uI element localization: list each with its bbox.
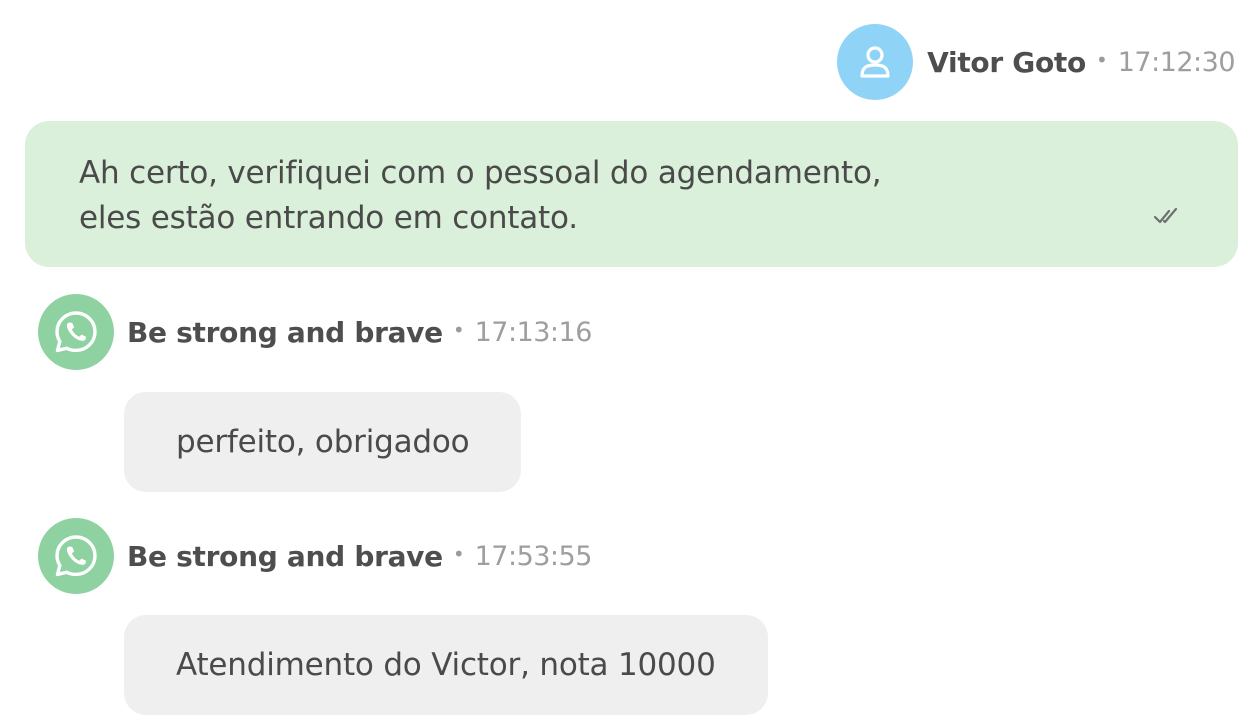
agent-avatar[interactable] xyxy=(837,24,914,100)
message-timestamp: 17:53:55 xyxy=(474,540,593,572)
sender-name: Be strong and brave xyxy=(127,539,443,573)
sender-name: Be strong and brave xyxy=(127,315,443,349)
separator-dot: • xyxy=(452,318,465,342)
message-header-incoming: Be strong and brave • 17:53:55 xyxy=(38,518,592,594)
contact-avatar[interactable] xyxy=(38,294,114,370)
whatsapp-icon xyxy=(55,311,97,353)
whatsapp-icon xyxy=(55,535,97,577)
double-check-icon xyxy=(1153,207,1178,224)
user-icon xyxy=(860,46,890,78)
message-header-outgoing: Vitor Goto • 17:12:30 xyxy=(837,24,1236,100)
message-bubble-incoming[interactable]: perfeito, obrigadoo xyxy=(124,392,522,492)
message-header-incoming: Be strong and brave • 17:13:16 xyxy=(38,294,592,370)
message-text: perfeito, obrigadoo xyxy=(176,424,470,460)
message-bubble-outgoing[interactable]: Ah certo, verifiquei com o pessoal do ag… xyxy=(25,121,1238,267)
separator-dot: • xyxy=(1095,48,1108,72)
message-text: Ah certo, verifiquei com o pessoal do ag… xyxy=(79,155,882,236)
message-timestamp: 17:12:30 xyxy=(1117,46,1236,78)
separator-dot: • xyxy=(452,542,465,566)
message-bubble-incoming[interactable]: Atendimento do Victor, nota 10000 xyxy=(124,615,768,715)
message-text: Atendimento do Victor, nota 10000 xyxy=(176,647,716,683)
contact-avatar[interactable] xyxy=(38,518,114,594)
message-timestamp: 17:13:16 xyxy=(474,316,593,348)
sender-name: Vitor Goto xyxy=(927,45,1086,79)
